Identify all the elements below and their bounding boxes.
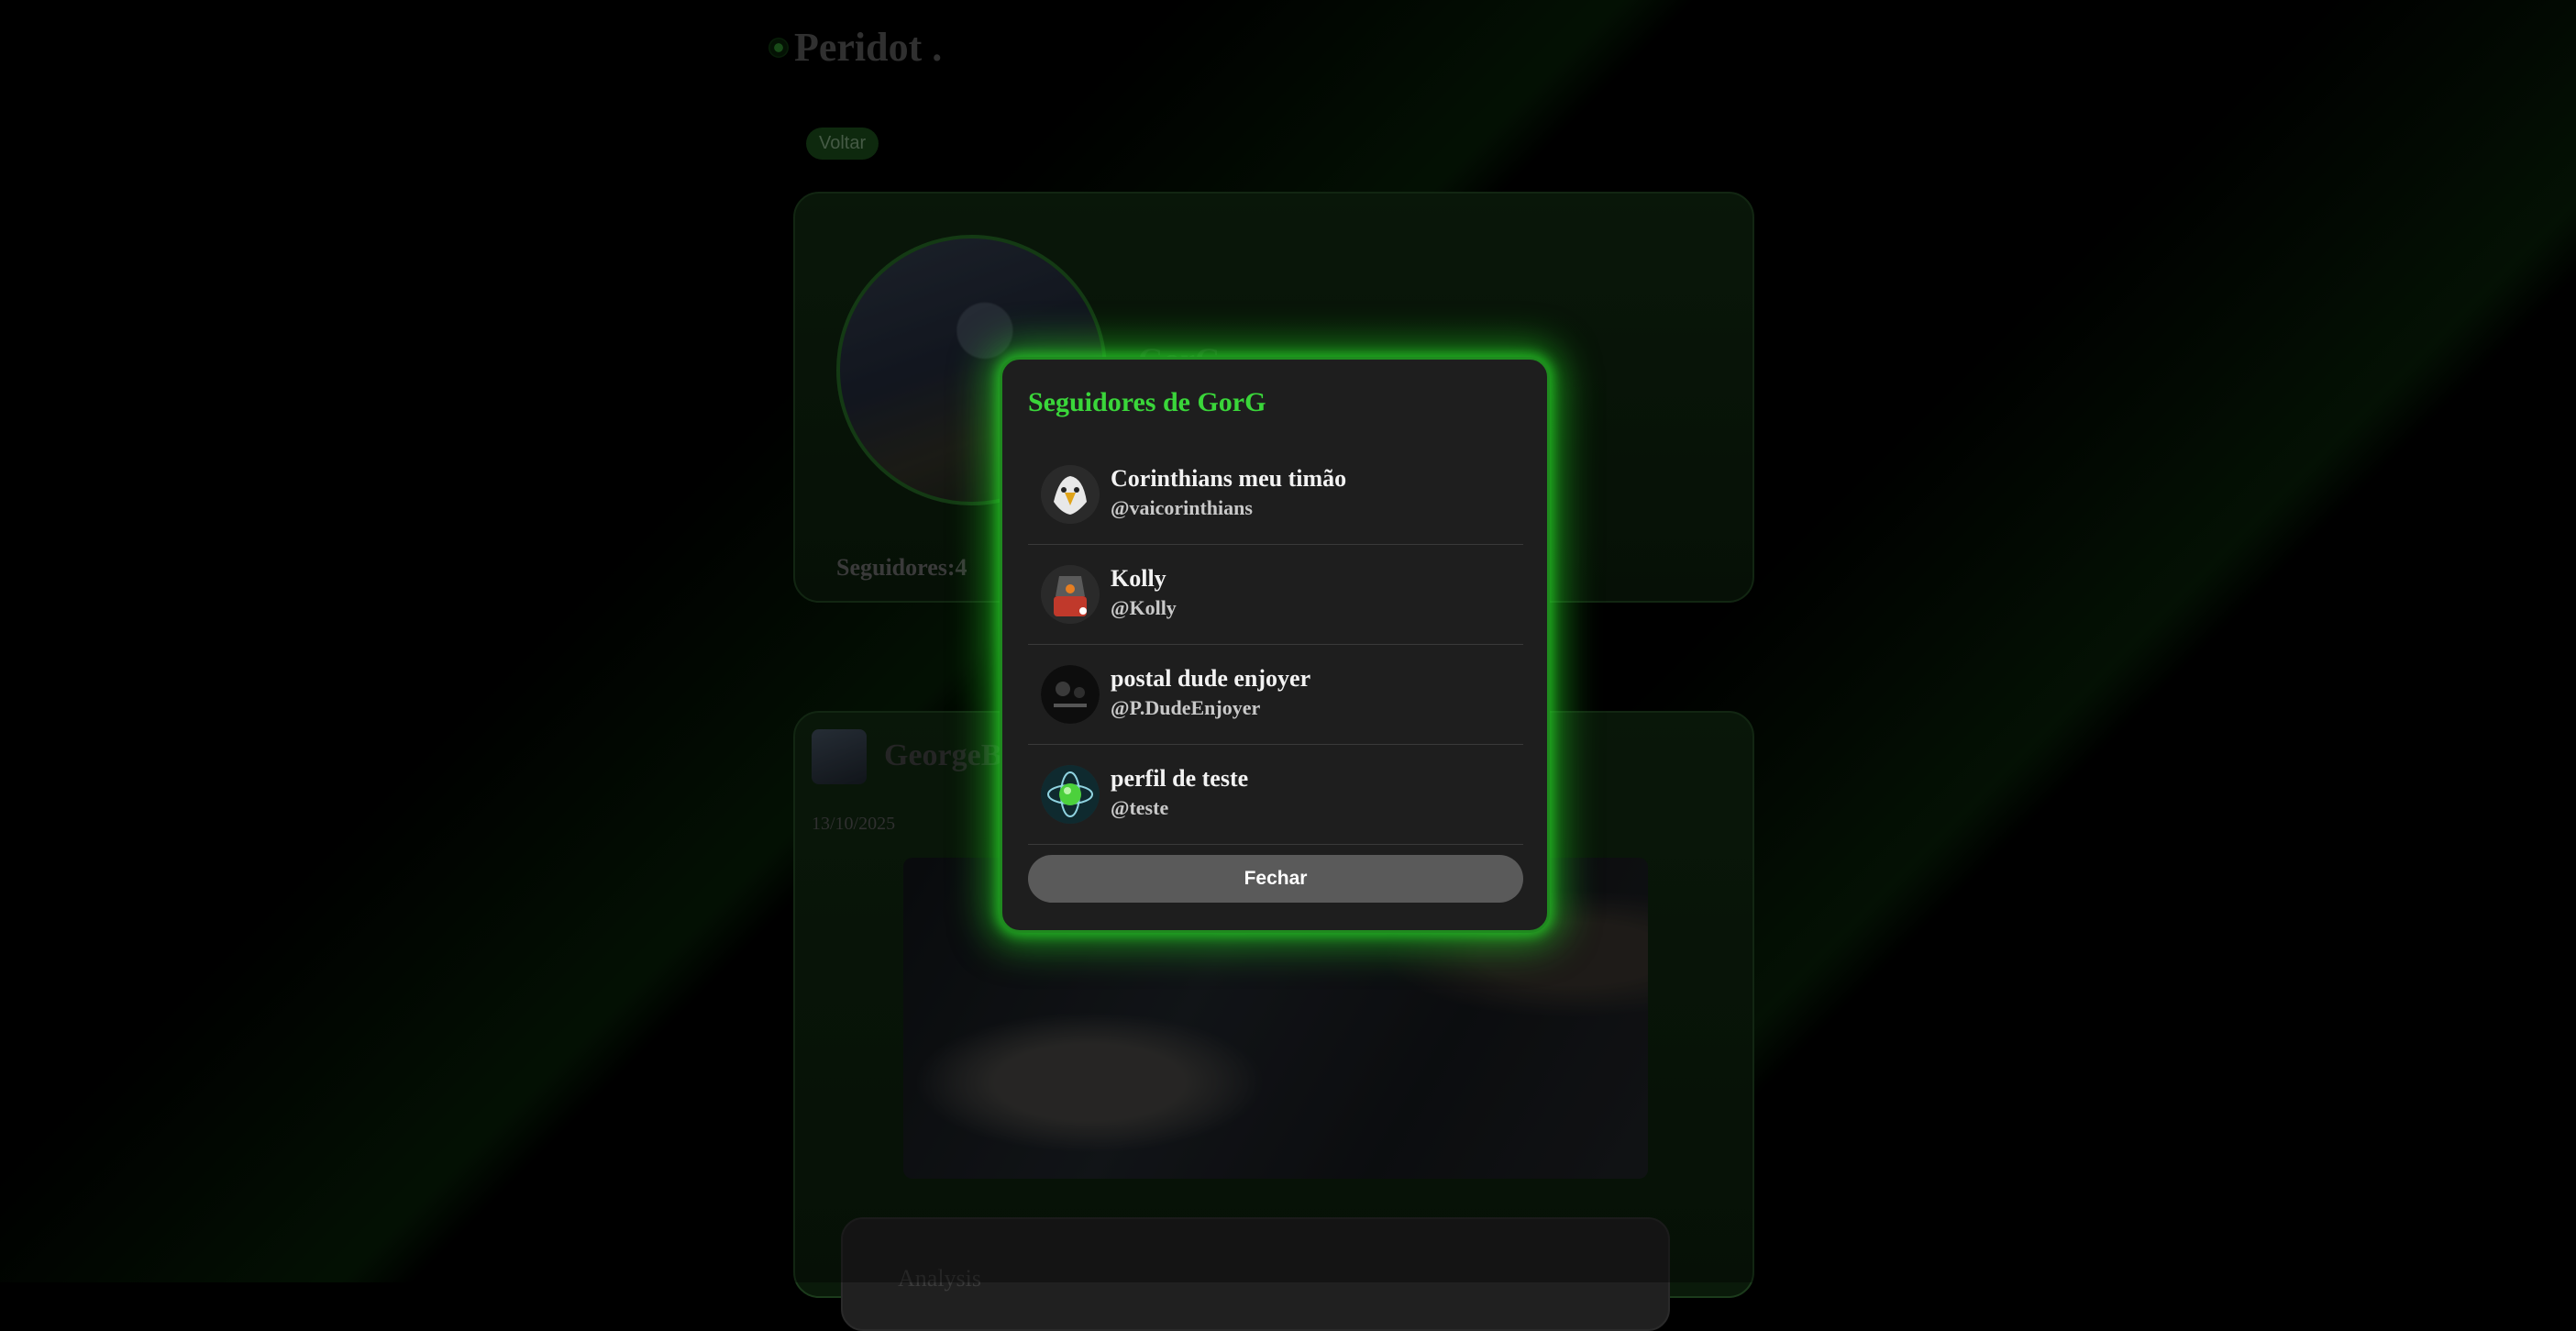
modal-title: Seguidores de GorG — [1028, 387, 1266, 417]
follower-item[interactable]: postal dude enjoyer @P.DudeEnjoyer — [1028, 645, 1523, 745]
follower-item[interactable]: Kolly @Kolly — [1028, 545, 1523, 645]
followers-list: Corinthians meu timão @vaicorinthians Ko… — [1028, 445, 1523, 845]
follower-handle: @teste — [1111, 796, 1169, 819]
follower-name: Corinthians meu timão — [1111, 465, 1347, 492]
follower-handle: @P.DudeEnjoyer — [1111, 696, 1261, 719]
robot-avatar-icon — [1041, 565, 1100, 624]
follower-name: Kolly — [1111, 565, 1166, 592]
dark-avatar-icon — [1041, 665, 1100, 724]
followers-modal: Seguidores de GorG Corinthians meu timão… — [1000, 357, 1550, 933]
close-button[interactable]: Fechar — [1028, 855, 1523, 903]
follower-item[interactable]: perfil de teste @teste — [1028, 745, 1523, 845]
follower-name: perfil de teste — [1111, 765, 1249, 792]
follower-item[interactable]: Corinthians meu timão @vaicorinthians — [1028, 445, 1523, 545]
follower-handle: @Kolly — [1111, 596, 1177, 619]
atom-avatar-icon — [1041, 765, 1100, 824]
follower-name: postal dude enjoyer — [1111, 665, 1311, 692]
follower-handle: @vaicorinthians — [1111, 496, 1253, 519]
eagle-avatar-icon — [1041, 465, 1100, 524]
